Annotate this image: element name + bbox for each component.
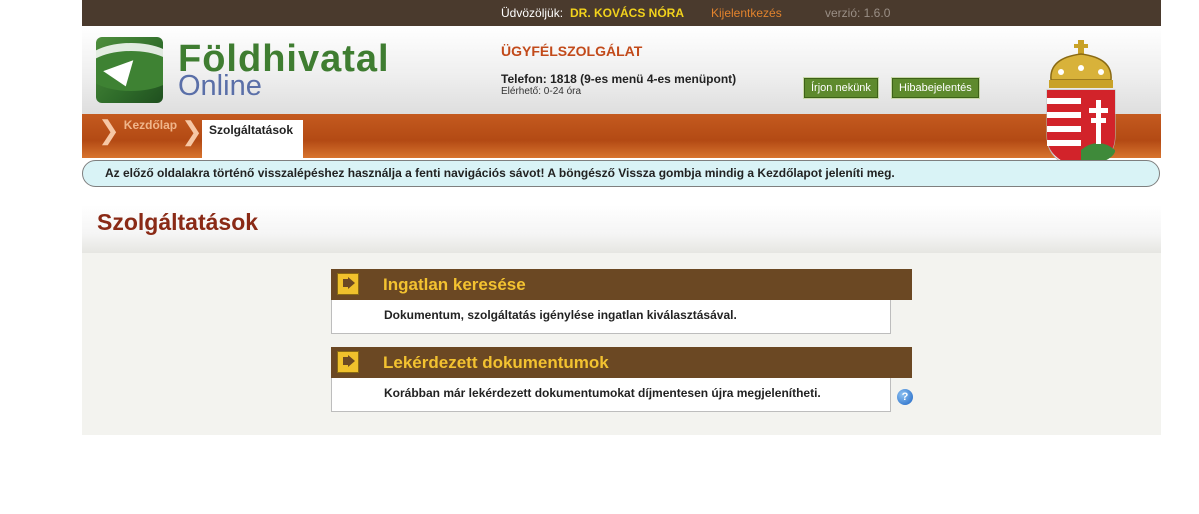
- service-description: Dokumentum, szolgáltatás igénylése ingat…: [331, 300, 891, 334]
- header: Földhivatal Online ÜGYFÉLSZOLGÁLAT Telef…: [82, 26, 1161, 114]
- page-title: Szolgáltatások: [97, 209, 259, 235]
- customer-service-phone: Telefon: 1818 (9-es menü 4-es menüpont): [501, 72, 737, 86]
- service-title[interactable]: Lekérdezett dokumentumok: [383, 353, 609, 373]
- chevron-right-icon: ❯: [181, 116, 203, 146]
- bug-report-button[interactable]: Hibabejelentés: [892, 78, 979, 98]
- navigation-bar: ❯ Kezdőlap ❯ Szolgáltatások: [82, 114, 1161, 158]
- welcome-text: Üdvözöljük:: [501, 6, 564, 20]
- help-icon[interactable]: ?: [897, 389, 913, 405]
- arrow-right-icon: [337, 351, 359, 373]
- arrow-right-icon: [337, 273, 359, 295]
- service-header-button[interactable]: Ingatlan keresése: [331, 269, 912, 300]
- user-name: DR. KOVÁCS NÓRA: [570, 6, 685, 20]
- service-description: Korábban már lekérdezett dokumentumokat …: [331, 378, 891, 412]
- coat-of-arms-icon: [1046, 40, 1116, 170]
- service-ingatlan-kereses: Ingatlan keresése Dokumentum, szolgáltat…: [331, 269, 912, 334]
- customer-service-title: ÜGYFÉLSZOLGÁLAT: [501, 43, 643, 59]
- logo-icon[interactable]: [96, 37, 163, 103]
- page-wrapper: Üdvözöljük: DR. KOVÁCS NÓRA Kijelentkezé…: [82, 0, 1161, 435]
- logout-link[interactable]: Kijelentkezés: [711, 6, 782, 20]
- breadcrumb-current[interactable]: Szolgáltatások: [202, 120, 303, 158]
- top-bar: Üdvözöljük: DR. KOVÁCS NÓRA Kijelentkezé…: [82, 0, 1161, 26]
- breadcrumb-home[interactable]: ❯ Kezdőlap: [98, 114, 177, 154]
- customer-service-availability: Elérhető: 0-24 óra: [501, 86, 582, 97]
- content-header: Szolgáltatások: [82, 205, 1161, 253]
- version-text: verzió: 1.6.0: [825, 6, 891, 20]
- write-us-button[interactable]: Írjon nekünk: [804, 78, 878, 98]
- navigation-notice: Az előző oldalakra történő visszalépéshe…: [82, 160, 1160, 187]
- service-title[interactable]: Ingatlan keresése: [383, 275, 526, 295]
- service-header-button[interactable]: Lekérdezett dokumentumok: [331, 347, 912, 378]
- logo-subtitle[interactable]: Online: [178, 70, 262, 103]
- chevron-right-icon: ❯: [98, 114, 120, 145]
- service-lekerdezett-dokumentumok: Lekérdezett dokumentumok Korábban már le…: [331, 347, 912, 412]
